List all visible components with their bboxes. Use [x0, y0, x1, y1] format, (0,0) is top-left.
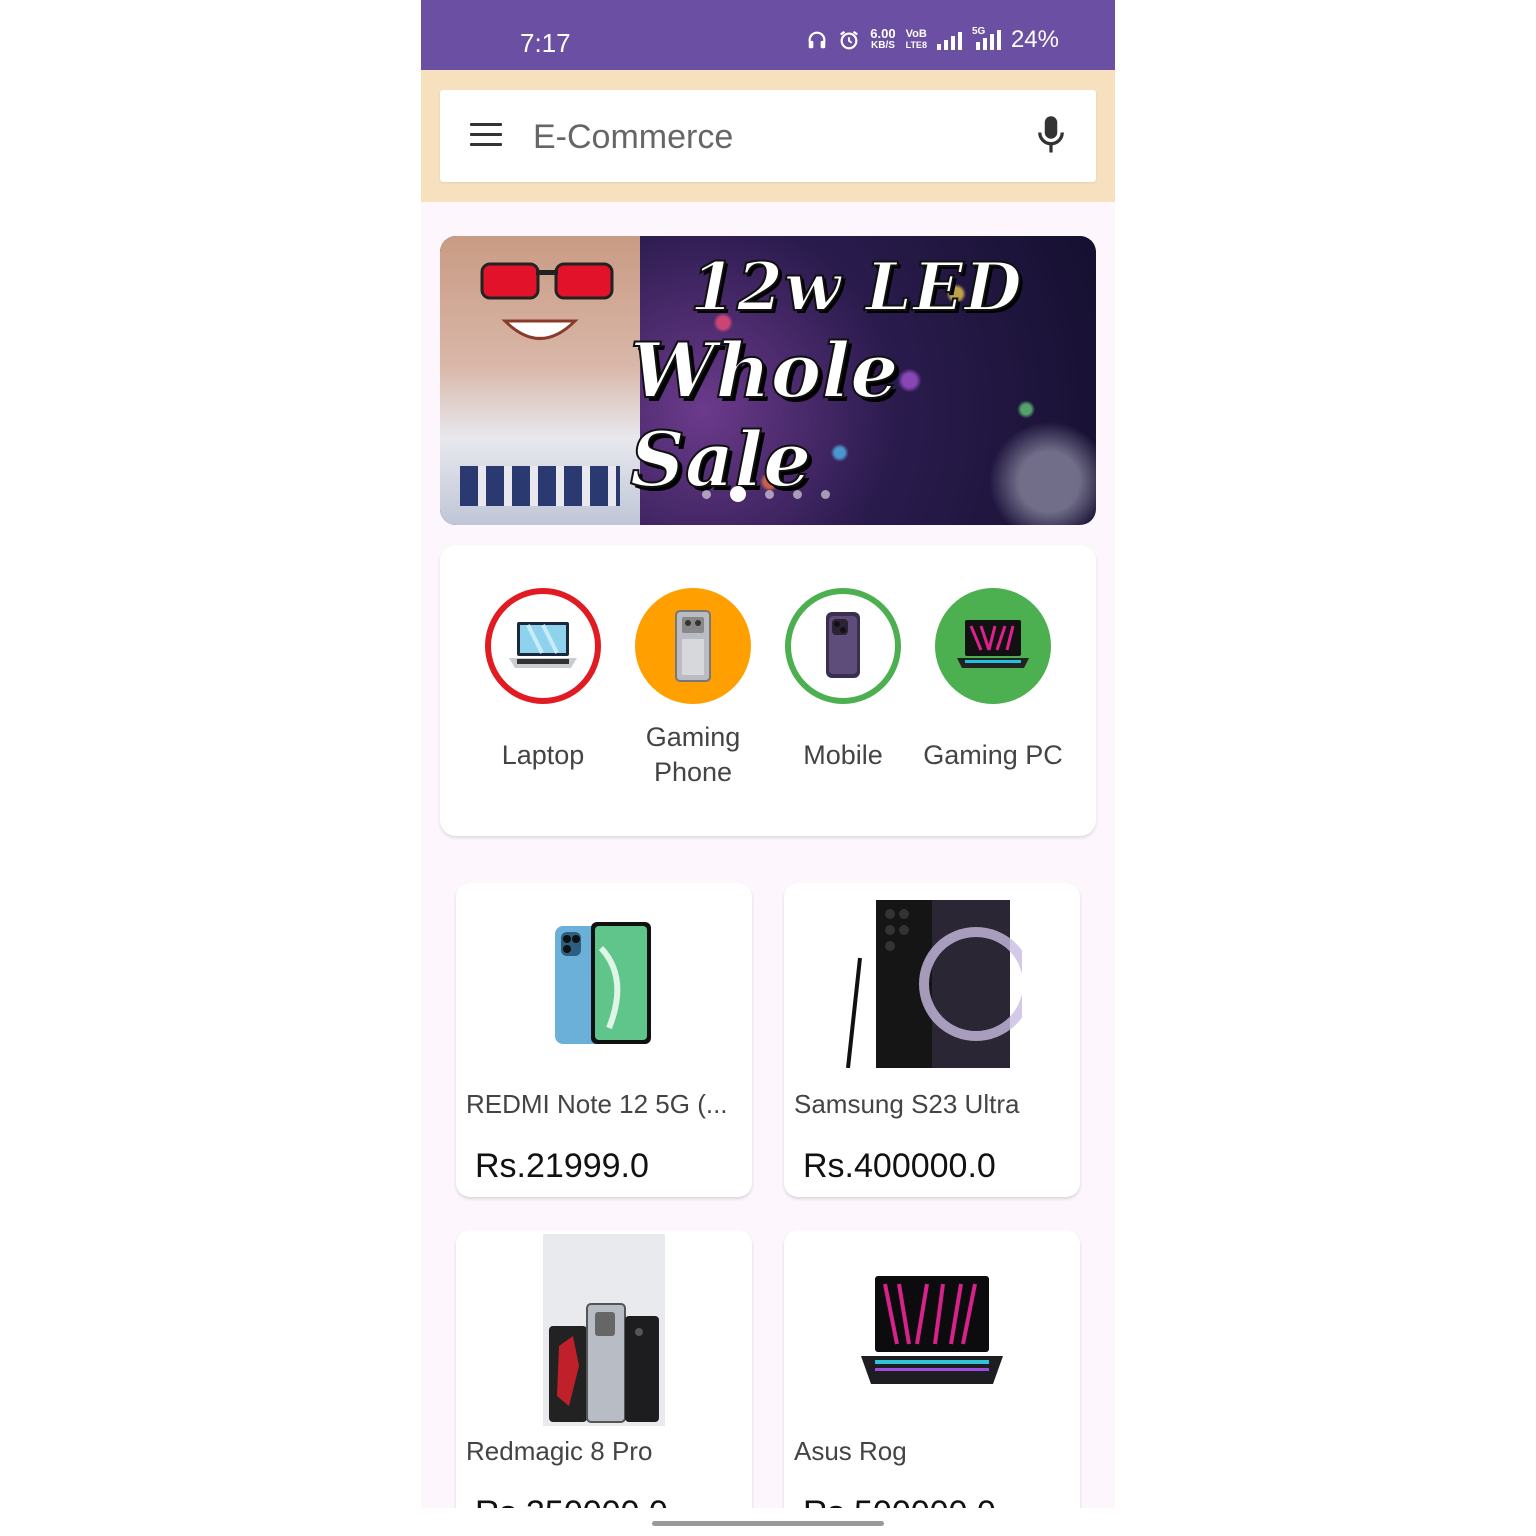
- volte-top: VoB: [905, 28, 927, 40]
- gaming-phone-icon[interactable]: [635, 588, 751, 704]
- product-price: Rs.500000.0: [803, 1494, 996, 1508]
- laptop-icon[interactable]: [485, 588, 601, 704]
- alarm-icon: [840, 30, 859, 50]
- status-icons: 6.00 KB/S VoB LTE8 5G 24%: [806, 26, 1059, 54]
- product-name: Redmagic 8 Pro: [466, 1436, 653, 1466]
- product-image: [456, 1230, 752, 1430]
- category-label-line2: Phone: [653, 757, 733, 787]
- mobile-icon[interactable]: [785, 588, 901, 704]
- category-label: Gaming Phone: [618, 720, 768, 790]
- carousel-dot[interactable]: [821, 489, 830, 499]
- product-card[interactable]: Redmagic 8 Pro Rs.350000.0: [456, 1230, 752, 1508]
- headphones-icon: [808, 31, 826, 49]
- categories-card: Laptop Gaming Phone Mobile Gaming PC: [440, 545, 1096, 836]
- product-name: Asus Rog: [794, 1436, 907, 1466]
- product-image: [784, 1230, 1080, 1430]
- promo-banner-carousel[interactable]: 12w LED Whole Sale: [440, 236, 1096, 525]
- product-image: [456, 883, 752, 1083]
- product-name: REDMI Note 12 5G (...: [466, 1089, 728, 1119]
- product-card[interactable]: Samsung S23 Ultra Rs.400000.0: [784, 883, 1080, 1197]
- network-speed: 6.00 KB/S: [870, 26, 896, 52]
- banner-headline: 12w LED: [689, 247, 1023, 327]
- banner-person-image: [440, 236, 640, 525]
- shirt-stripes: [460, 466, 620, 506]
- speed-value: 6.00: [870, 26, 896, 41]
- phone-screen: 7:17 6.00 KB/S VoB LTE8 5G 24% E-Commerc…: [421, 0, 1115, 1508]
- home-indicator[interactable]: [652, 1521, 884, 1526]
- status-time: 7:17: [520, 28, 571, 58]
- menu-icon[interactable]: [470, 123, 502, 149]
- app-title[interactable]: E-Commerce: [533, 118, 733, 157]
- carousel-dot[interactable]: [765, 489, 774, 499]
- category-label: Laptop: [501, 740, 585, 770]
- gaming-pc-icon[interactable]: [935, 588, 1051, 704]
- status-bar: 7:17 6.00 KB/S VoB LTE8 5G 24%: [421, 0, 1115, 70]
- signal-5g-icon: 5G: [972, 26, 1001, 50]
- network-label: 5G: [971, 26, 986, 37]
- carousel-dot[interactable]: [702, 489, 711, 499]
- category-label-line1: Gaming: [645, 722, 741, 752]
- speed-unit: KB/S: [871, 40, 895, 51]
- category-label: Mobile: [803, 740, 883, 770]
- signal-icon: [936, 30, 962, 50]
- category-mobile[interactable]: Mobile: [768, 588, 918, 773]
- category-gaming-pc[interactable]: Gaming PC: [918, 588, 1068, 773]
- search-bar[interactable]: E-Commerce: [440, 90, 1096, 182]
- category-label: Gaming PC: [923, 740, 1063, 770]
- product-name: Samsung S23 Ultra: [794, 1089, 1020, 1119]
- product-price: Rs.350000.0: [475, 1494, 668, 1508]
- smile-icon: [501, 319, 579, 340]
- product-card[interactable]: Asus Rog Rs.500000.0: [784, 1230, 1080, 1508]
- product-price: Rs.21999.0: [475, 1147, 649, 1185]
- volte-indicator: VoB LTE8: [906, 29, 927, 51]
- volte-bottom: LTE8: [905, 40, 927, 50]
- product-image: [784, 883, 1080, 1083]
- category-laptop[interactable]: Laptop: [468, 588, 618, 773]
- mic-icon[interactable]: [1036, 115, 1066, 155]
- sunglasses-icon: [480, 262, 614, 300]
- carousel-dot[interactable]: [793, 489, 802, 499]
- product-card[interactable]: REDMI Note 12 5G (... Rs.21999.0: [456, 883, 752, 1197]
- carousel-dot-active[interactable]: [730, 486, 746, 502]
- category-gaming-phone[interactable]: Gaming Phone: [618, 588, 768, 790]
- product-price: Rs.400000.0: [803, 1147, 996, 1185]
- battery-level: 24%: [1010, 26, 1059, 53]
- carousel-indicator: [702, 486, 830, 502]
- banner-subheadline: Whole Sale: [629, 325, 900, 505]
